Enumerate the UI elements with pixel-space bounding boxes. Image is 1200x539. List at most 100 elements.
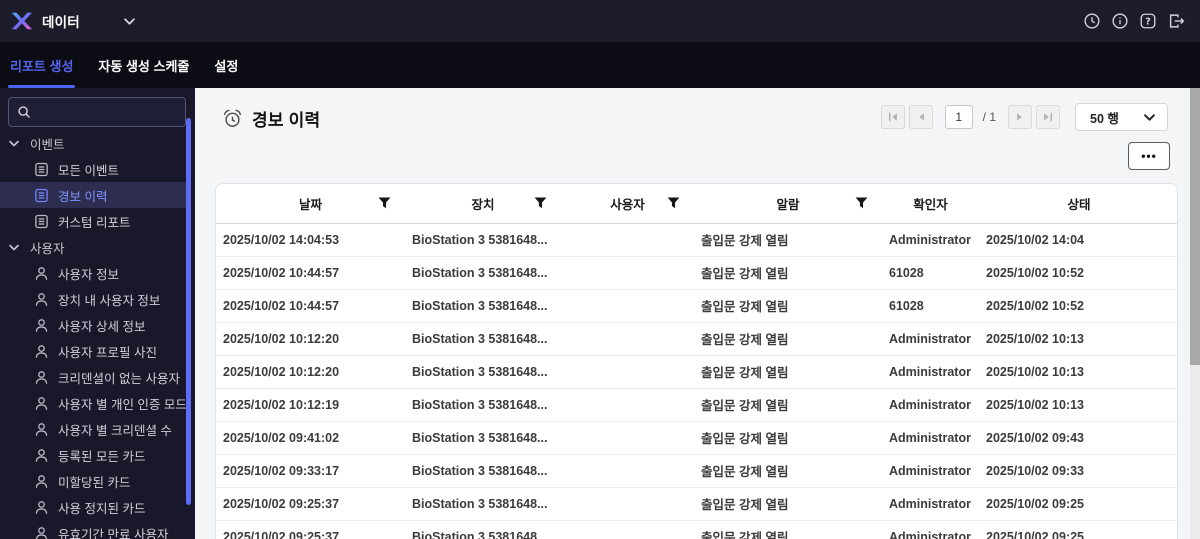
document-icon: [34, 214, 49, 229]
sidebar-item-1-6[interactable]: 사용자 별 크리덴셜 수: [0, 416, 186, 442]
table-row[interactable]: 2025/10/02 09:25:37 BioStation 3 5381648.…: [216, 520, 1177, 539]
history-clock-icon[interactable]: [1082, 11, 1102, 31]
sidebar-item-1-3[interactable]: 사용자 프로필 사진: [0, 338, 186, 364]
table-cell-1-0: 2025/10/02 10:44:57: [216, 256, 405, 290]
search-icon: [17, 105, 31, 119]
sidebar-item-label: 미할당된 카드: [58, 475, 131, 490]
sidebar-item-1-5[interactable]: 사용자 별 개인 인증 모드: [0, 390, 187, 416]
column-header-2: 사용자: [561, 184, 694, 224]
table-body: 2025/10/02 14:04:53 BioStation 3 5381648.…: [216, 223, 1177, 539]
tab-settings[interactable]: 설정: [212, 42, 240, 88]
table-row[interactable]: 2025/10/02 10:12:19 BioStation 3 5381648.…: [216, 388, 1177, 422]
chevron-down-icon: [9, 140, 19, 147]
column-header-label: 사용자: [610, 197, 645, 212]
help-icon[interactable]: ?: [1138, 11, 1158, 31]
alarm-icon: [222, 108, 243, 129]
last-page-button[interactable]: [1036, 105, 1060, 129]
page-total-label: / 1: [982, 110, 996, 124]
table-cell-1-3: 출입문 강제 열림: [694, 256, 882, 290]
sidebar-item-0-2[interactable]: 커스텀 리포트: [0, 208, 186, 234]
filter-icon[interactable]: [855, 197, 868, 209]
sidebar-item-1-2[interactable]: 사용자 상세 정보: [0, 312, 186, 338]
sidebar-group-label: 이벤트: [30, 137, 65, 152]
table-cell-8-0: 2025/10/02 09:25:37: [216, 487, 405, 521]
table-cell-5-1: BioStation 3 5381648...: [405, 388, 561, 422]
sidebar-item-0-0[interactable]: 모든 이벤트: [0, 156, 186, 182]
app-logo-icon[interactable]: [10, 10, 32, 32]
sidebar-item-label: 크리덴셜이 없는 사용자: [58, 371, 180, 386]
sidebar-item-label: 유효기간 만료 사용자: [58, 527, 169, 539]
more-options-button[interactable]: •••: [1128, 142, 1170, 170]
table-cell-8-5: 2025/10/02 09:25: [979, 487, 1177, 521]
sidebar-group-0[interactable]: 이벤트: [0, 130, 186, 156]
sidebar-group-1[interactable]: 사용자: [0, 234, 186, 260]
page-number-input[interactable]: [944, 105, 973, 129]
table-cell-4-3: 출입문 강제 열림: [694, 355, 882, 389]
sidebar-scrollbar[interactable]: [186, 118, 191, 505]
table-cell-2-3: 출입문 강제 열림: [694, 289, 882, 323]
page-scrollbar-thumb[interactable]: [1190, 88, 1200, 365]
page-header: 경보 이력: [222, 103, 320, 133]
filter-icon[interactable]: [534, 197, 547, 209]
tab-report-create[interactable]: 리포트 생성: [8, 42, 76, 88]
sidebar-item-1-4[interactable]: 크리덴셜이 없는 사용자: [0, 364, 186, 390]
table-row[interactable]: 2025/10/02 09:25:37 BioStation 3 5381648.…: [216, 487, 1177, 521]
sidebar-search-box[interactable]: [8, 97, 186, 127]
table-row[interactable]: 2025/10/02 09:41:02 BioStation 3 5381648.…: [216, 421, 1177, 455]
sidebar-item-0-1[interactable]: 경보 이력: [0, 182, 186, 208]
sidebar-item-label: 모든 이벤트: [58, 163, 119, 178]
table-cell-0-5: 2025/10/02 14:04: [979, 223, 1177, 257]
table-cell-9-2: [561, 520, 694, 539]
table-row[interactable]: 2025/10/02 10:12:20 BioStation 3 5381648.…: [216, 355, 1177, 389]
table-cell-5-0: 2025/10/02 10:12:19: [216, 388, 405, 422]
table-row[interactable]: 2025/10/02 10:12:20 BioStation 3 5381648.…: [216, 322, 1177, 356]
table-cell-2-5: 2025/10/02 10:52: [979, 289, 1177, 323]
tab-auto-schedule[interactable]: 자동 생성 스케줄: [96, 42, 191, 88]
table-cell-8-1: BioStation 3 5381648...: [405, 487, 561, 521]
sidebar-item-1-7[interactable]: 등록된 모든 카드: [0, 442, 186, 468]
table-cell-9-0: 2025/10/02 09:25:37: [216, 520, 405, 539]
sidebar-item-1-1[interactable]: 장치 내 사용자 정보: [0, 286, 186, 312]
user-icon: [34, 500, 49, 515]
column-header-label: 상태: [1067, 197, 1091, 212]
main-content: 경보 이력 / 1 50 행 ••• 날짜장치사용자알: [195, 88, 1200, 539]
info-icon[interactable]: [1110, 11, 1130, 31]
table-cell-5-2: [561, 388, 694, 422]
user-icon: [34, 396, 49, 411]
logout-icon[interactable]: [1166, 11, 1186, 31]
table-cell-9-4: Administrator: [882, 520, 979, 539]
table-row[interactable]: 2025/10/02 10:44:57 BioStation 3 5381648.…: [216, 256, 1177, 290]
column-header-1: 장치: [405, 184, 561, 224]
filter-icon[interactable]: [378, 197, 391, 209]
prev-page-button[interactable]: [908, 105, 933, 129]
next-page-button[interactable]: [1008, 105, 1032, 129]
first-page-button[interactable]: [880, 105, 905, 129]
table-cell-0-2: [561, 223, 694, 257]
table-row[interactable]: 2025/10/02 14:04:53 BioStation 3 5381648.…: [216, 223, 1177, 257]
sidebar-item-1-8[interactable]: 미할당된 카드: [0, 468, 186, 494]
table-cell-0-4: Administrator: [882, 223, 979, 257]
column-header-label: 날짜: [298, 197, 322, 212]
chevron-down-icon[interactable]: [124, 17, 135, 25]
table-cell-0-0: 2025/10/02 14:04:53: [216, 223, 405, 257]
table-cell-7-3: 출입문 강제 열림: [694, 454, 882, 488]
sidebar-item-1-9[interactable]: 사용 정지된 카드: [0, 494, 186, 520]
search-input[interactable]: [37, 105, 185, 119]
sidebar-item-1-10[interactable]: 유효기간 만료 사용자: [0, 520, 186, 539]
table-cell-4-0: 2025/10/02 10:12:20: [216, 355, 405, 389]
table-cell-6-1: BioStation 3 5381648...: [405, 421, 561, 455]
table-cell-7-2: [561, 454, 694, 488]
sidebar-item-label: 사용자 정보: [58, 267, 119, 282]
user-icon: [34, 448, 49, 463]
sidebar-item-1-0[interactable]: 사용자 정보: [0, 260, 186, 286]
rows-per-page-value: 50 행: [1090, 111, 1119, 126]
filter-icon[interactable]: [667, 197, 680, 209]
topbar-actions: ?: [1082, 11, 1186, 31]
rows-per-page-select[interactable]: 50 행: [1075, 103, 1168, 131]
table-row[interactable]: 2025/10/02 09:33:17 BioStation 3 5381648.…: [216, 454, 1177, 488]
chevron-down-icon: [9, 244, 19, 251]
page-scrollbar-track[interactable]: [1190, 88, 1200, 539]
user-icon: [34, 292, 49, 307]
report-tree: 이벤트모든 이벤트경보 이력 커스텀 리포트 사용자사용자 정보장치 내 사용자 정…: [0, 130, 187, 539]
table-row[interactable]: 2025/10/02 10:44:57 BioStation 3 5381648.…: [216, 289, 1177, 323]
